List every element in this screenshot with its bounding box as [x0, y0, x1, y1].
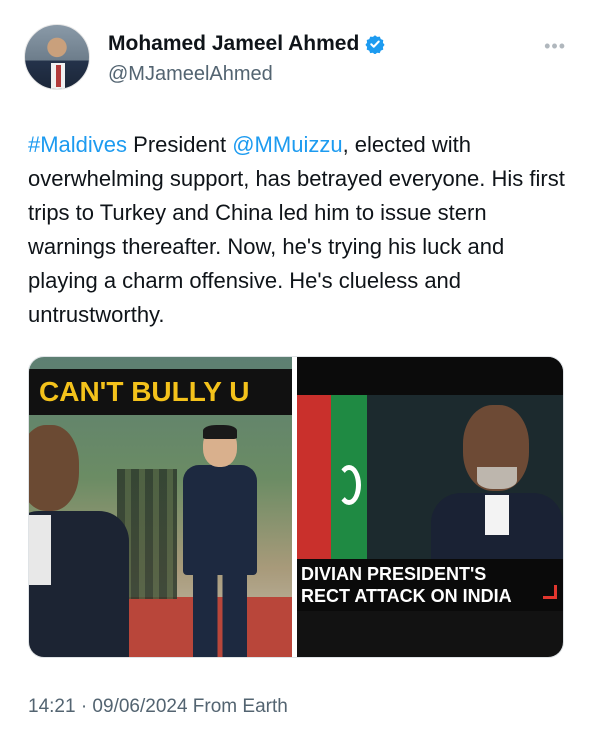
more-options-icon[interactable]: •••	[544, 36, 566, 57]
tweet-text-part-1: President	[127, 132, 233, 157]
video-caption: DIVIAN PRESIDENT'S RECT ATTACK ON INDIA	[301, 563, 512, 607]
media-image-left[interactable]: CAN'T BULLY U	[29, 357, 292, 657]
left-banner-text: CAN'T BULLY U	[29, 369, 292, 415]
tweet-text-part-2: , elected with overwhelming support, has…	[28, 132, 565, 327]
hashtag-link[interactable]: #Maldives	[28, 132, 127, 157]
author-handle[interactable]: @MJameelAhmed	[108, 63, 273, 86]
tweet-media[interactable]: CAN'T BULLY U DIVIAN PRESIDENT'S RECT AT…	[28, 356, 564, 658]
dark-top-bar	[297, 357, 563, 397]
walking-leader	[179, 425, 259, 657]
tweet-timestamp[interactable]: 14:21 · 09/06/2024 From Earth	[28, 696, 288, 718]
corner-marker-icon	[543, 585, 557, 599]
media-image-right[interactable]: DIVIAN PRESIDENT'S RECT ATTACK ON INDIA	[297, 357, 563, 657]
caption-line-2: RECT ATTACK ON INDIA	[301, 586, 512, 606]
mention-link[interactable]: @MMuizzu	[232, 132, 342, 157]
author-display-name[interactable]: Mohamed Jameel Ahmed	[108, 32, 359, 56]
verified-badge-icon	[365, 35, 385, 54]
author-name-row[interactable]: Mohamed Jameel Ahmed	[108, 32, 385, 56]
tweet-text: #Maldives President @MMuizzu, elected wi…	[28, 128, 568, 332]
avatar[interactable]	[24, 24, 90, 90]
avatar-tie	[56, 65, 61, 87]
caption-line-1: DIVIAN PRESIDENT'S	[301, 564, 487, 584]
foreground-man	[29, 425, 129, 657]
tweet-header: Mohamed Jameel Ahmed @MJameelAhmed •••	[24, 22, 566, 94]
maldives-flag	[297, 395, 367, 585]
